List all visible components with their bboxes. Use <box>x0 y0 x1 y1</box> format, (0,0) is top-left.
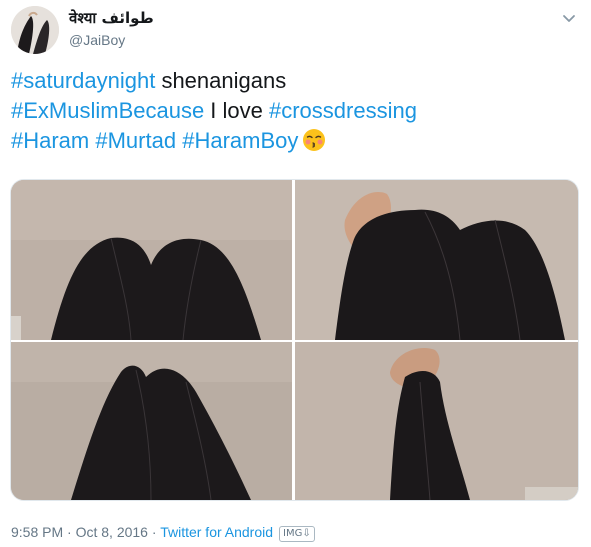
kissing-face-emoji-icon <box>302 128 326 152</box>
display-name[interactable]: वेश्या طوائف <box>69 9 154 27</box>
avatar-image <box>11 6 59 54</box>
img-download-badge[interactable]: IMG⇩ <box>279 526 315 542</box>
tweet-date[interactable]: Oct 8, 2016 <box>76 524 148 540</box>
tweet-line-2: #ExMuslimBecause I love #crossdressing <box>11 96 581 126</box>
media-grid <box>10 179 579 501</box>
meta-separator: · <box>63 524 76 540</box>
meta-separator: · <box>147 524 161 540</box>
photo-1[interactable] <box>11 180 292 340</box>
photo-4[interactable] <box>295 342 578 500</box>
tweet-time[interactable]: 9:58 PM <box>11 524 63 540</box>
tweet-line-3: #Haram #Murtad #HaramBoy <box>11 126 581 156</box>
photo-3[interactable] <box>11 342 292 500</box>
user-handle[interactable]: @JaiBoy <box>69 30 154 50</box>
avatar[interactable] <box>11 6 59 54</box>
tweet-text-fragment: I love <box>204 98 269 123</box>
tweet-text-fragment: shenanigans <box>155 68 287 93</box>
user-info[interactable]: वेश्या طوائف @JaiBoy <box>69 9 154 50</box>
tweet-text: #saturdaynight shenanigans #ExMuslimBeca… <box>11 66 581 156</box>
hashtag-link[interactable]: #saturdaynight <box>11 68 155 93</box>
hashtag-link[interactable]: #crossdressing <box>269 98 417 123</box>
chevron-down-icon[interactable] <box>561 10 577 26</box>
photo-2[interactable] <box>295 180 578 340</box>
hashtag-link[interactable]: #Murtad <box>95 128 176 153</box>
hashtag-link[interactable]: #Haram <box>11 128 89 153</box>
tweet-meta: 9:58 PM · Oct 8, 2016 · Twitter for Andr… <box>11 522 315 542</box>
hashtag-link[interactable]: #HaramBoy <box>182 128 298 153</box>
hashtag-link[interactable]: #ExMuslimBecause <box>11 98 204 123</box>
tweet-line-1: #saturdaynight shenanigans <box>11 66 581 96</box>
tweet-source-link[interactable]: Twitter for Android <box>160 524 273 540</box>
